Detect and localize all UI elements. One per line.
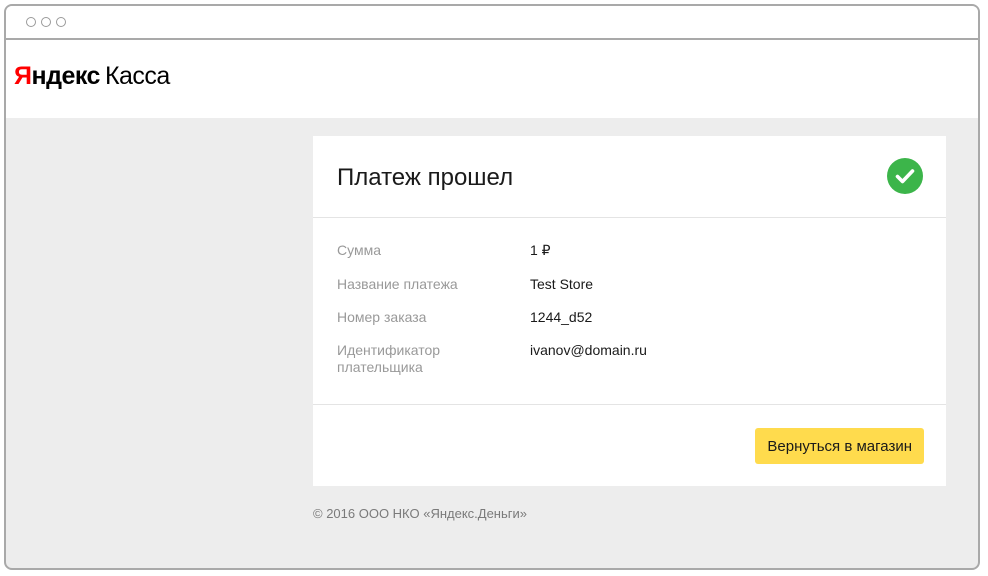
- logo-product: Касса: [104, 61, 170, 90]
- page-title: Платеж прошел: [337, 164, 514, 191]
- payer-id-label: Идентификатор плательщика: [337, 342, 441, 375]
- card-footer: Вернуться в магазин: [313, 404, 946, 486]
- window-close-control[interactable]: [26, 17, 36, 27]
- yandex-kassa-logo[interactable]: Яндекс Касса: [14, 62, 170, 91]
- window-maximize-control[interactable]: [56, 17, 66, 27]
- payment-name-value: Test Store: [530, 276, 594, 292]
- return-to-store-button[interactable]: Вернуться в магазин: [755, 428, 924, 464]
- logo-brand-rest: ндекс: [31, 61, 100, 90]
- amount-label: Сумма: [337, 242, 381, 258]
- payment-result-card: Платеж прошел Сумма 1 ₽ Название платежа…: [313, 136, 946, 486]
- logo-brand: Яндекс: [14, 62, 100, 91]
- amount-value: 1 ₽: [530, 242, 551, 258]
- payer-id-value: ivanov@domain.ru: [530, 342, 647, 358]
- order-number-label: Номер заказа: [337, 309, 427, 325]
- window-titlebar: [6, 6, 978, 40]
- page-header: Яндекс Касса: [6, 40, 978, 118]
- check-circle-icon: [887, 158, 923, 194]
- window-minimize-control[interactable]: [41, 17, 51, 27]
- copyright-footer: © 2016 ООО НКО «Яндекс.Деньги»: [313, 506, 527, 521]
- card-header: Платеж прошел: [313, 136, 946, 218]
- payment-name-label: Название платежа: [337, 276, 458, 292]
- logo-brand-first-letter: Я: [14, 61, 32, 90]
- order-number-value: 1244_d52: [530, 309, 593, 325]
